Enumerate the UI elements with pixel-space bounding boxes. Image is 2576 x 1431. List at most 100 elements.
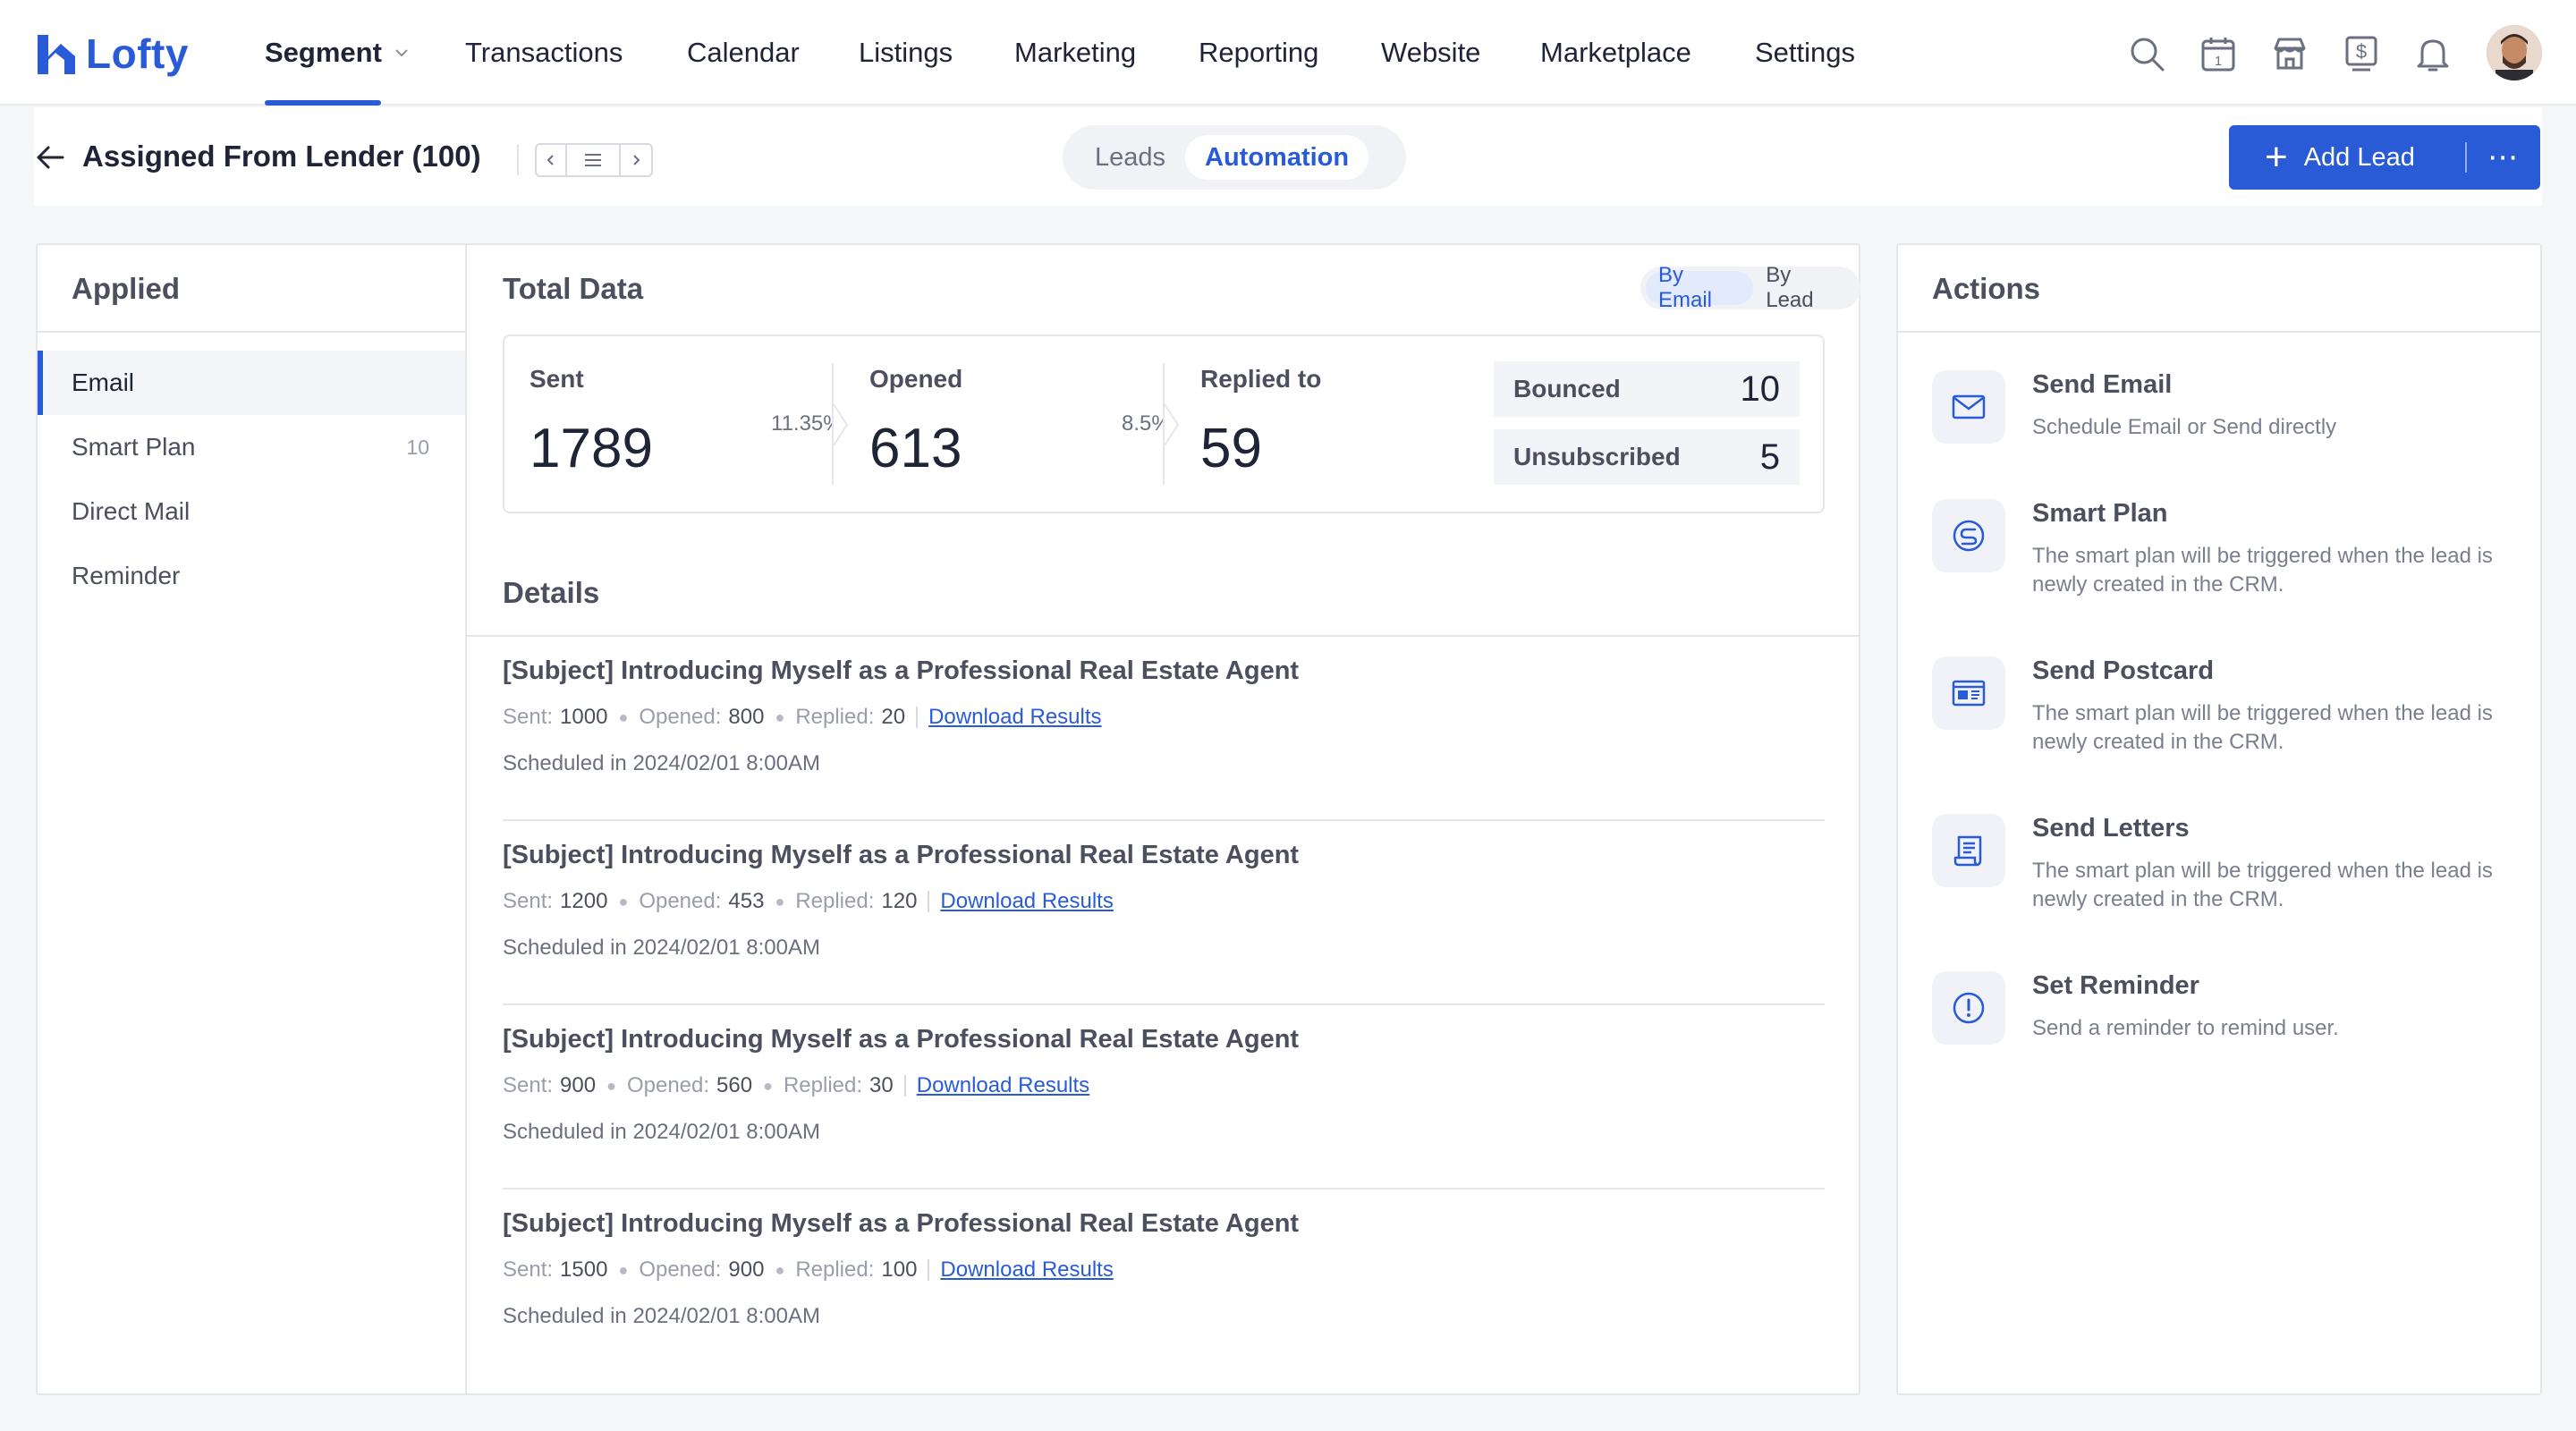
- download-results-link[interactable]: Download Results: [917, 1073, 1089, 1098]
- nav-reporting[interactable]: Reporting: [1199, 0, 1318, 106]
- sent-count: 900: [560, 1073, 597, 1097]
- applied-item-direct-mail[interactable]: Direct Mail: [38, 479, 465, 544]
- download-results-link[interactable]: Download Results: [940, 1257, 1113, 1283]
- plus-icon: +: [2265, 135, 2288, 179]
- schedule-text: Scheduled in 2024/02/01 8:00AM: [503, 751, 820, 775]
- replied-count: 20: [881, 705, 906, 729]
- schedule-text: Scheduled in 2024/02/01 8:00AM: [503, 1304, 820, 1328]
- add-lead-button[interactable]: + Add Lead: [2229, 125, 2465, 190]
- tab-leads[interactable]: Leads: [1075, 135, 1185, 180]
- action-description: Send a reminder to remind user.: [2032, 1016, 2339, 1040]
- details-title: Details: [503, 576, 600, 609]
- calendar-day: 1: [2215, 54, 2222, 69]
- more-options-button[interactable]: ⋯: [2467, 140, 2540, 175]
- by-email-option[interactable]: By Email: [1646, 263, 1754, 312]
- download-results-link[interactable]: Download Results: [928, 705, 1101, 730]
- action-icon-box: [1932, 656, 2005, 730]
- nav-marketplace[interactable]: Marketplace: [1540, 0, 1691, 106]
- nav-segment[interactable]: Segment: [265, 0, 411, 106]
- nav-settings[interactable]: Settings: [1755, 0, 1855, 106]
- action-description: Schedule Email or Send directly: [2032, 415, 2337, 439]
- action-title: Smart Plan: [2032, 499, 2168, 528]
- replied-label: Replied:: [783, 1073, 863, 1097]
- next-button[interactable]: [621, 145, 651, 175]
- opened-count: 800: [728, 705, 765, 729]
- action-icon-box: [1932, 499, 2005, 572]
- opened-label: Opened:: [626, 1073, 710, 1097]
- email-subject: [Subject] Introducing Myself as a Profes…: [503, 841, 1300, 869]
- sent-label: Sent:: [503, 1257, 554, 1282]
- separator-dot: ●: [775, 1260, 785, 1279]
- bounced-stat: Bounced 10: [1494, 361, 1800, 417]
- unsubscribed-value: 5: [1759, 436, 1780, 477]
- schedule-text: Scheduled in 2024/02/01 8:00AM: [503, 1120, 820, 1144]
- sent-label: Sent:: [503, 889, 554, 913]
- nav-marketing[interactable]: Marketing: [1014, 0, 1136, 106]
- chevron-right-icon: [1164, 403, 1180, 446]
- reminder-icon: [1953, 992, 1985, 1024]
- list-button[interactable]: [567, 145, 621, 175]
- separator-dot: ●: [618, 1260, 629, 1279]
- applied-item-smart-plan[interactable]: Smart Plan 10: [38, 415, 465, 479]
- dollar-icon[interactable]: $: [2342, 34, 2381, 73]
- applied-item-reminder[interactable]: Reminder: [38, 544, 465, 608]
- store-icon[interactable]: [2270, 34, 2309, 73]
- action-title: Send Letters: [2032, 814, 2190, 843]
- replied-count: 100: [881, 1257, 918, 1282]
- chevron-right-icon: [633, 155, 640, 165]
- action-description: The smart plan will be triggered when th…: [2032, 859, 2493, 911]
- sent-count: 1200: [560, 889, 608, 913]
- applied-item-email[interactable]: Email: [38, 351, 465, 415]
- logo[interactable]: Lofty: [34, 27, 189, 80]
- data-mode-toggle: By Email By Lead: [1640, 263, 1860, 312]
- add-lead-label: Add Lead: [2303, 142, 2415, 172]
- applied-item-count: 10: [406, 435, 429, 459]
- avatar[interactable]: [2487, 25, 2542, 80]
- avatar-image: [2487, 25, 2542, 80]
- calendar-icon[interactable]: 1: [2199, 34, 2238, 73]
- opened-value: 613: [869, 418, 962, 479]
- nav-transactions[interactable]: Transactions: [465, 0, 623, 106]
- download-results-link[interactable]: Download Results: [940, 889, 1113, 914]
- stats-summary: Sent 1789 11.35% Opened 613 8.5% Replied…: [503, 334, 1825, 513]
- opened-label: Opened:: [639, 1257, 722, 1282]
- list-item: [Subject] Introducing Myself as a Profes…: [503, 1190, 1825, 1374]
- list-item: [Subject] Introducing Myself as a Profes…: [503, 1005, 1825, 1190]
- view-toggle: Leads Automation: [1063, 125, 1406, 190]
- previous-button[interactable]: [537, 145, 567, 175]
- bounced-value: 10: [1740, 368, 1781, 409]
- separator-dot: ●: [618, 892, 629, 910]
- nav-segment-label: Segment: [265, 37, 382, 68]
- total-data-title: Total Data: [503, 272, 644, 305]
- sent-value: 1789: [530, 418, 653, 479]
- chevron-right-icon: [833, 403, 849, 446]
- replied-label: Replied:: [795, 1257, 875, 1282]
- pager: [535, 143, 653, 177]
- opened-label: Opened:: [639, 889, 722, 913]
- sent-label: Sent: [530, 365, 584, 393]
- action-title: Send Email: [2032, 370, 2173, 399]
- tab-automation[interactable]: Automation: [1185, 135, 1369, 180]
- actions-title: Actions: [1932, 272, 2041, 305]
- email-stats: Sent: 1200 ● Opened: 453 ● Replied: 120 Dow…: [503, 889, 1114, 914]
- nav-listings[interactable]: Listings: [859, 0, 953, 106]
- action-icon-box: [1932, 370, 2005, 444]
- email-stats: Sent: 1500 ● Opened: 900 ● Replied: 100 Dow…: [503, 1257, 1114, 1283]
- action-description: The smart plan will be triggered when th…: [2032, 544, 2493, 597]
- replied-count: 120: [881, 889, 918, 913]
- action-icon-box: [1932, 814, 2005, 887]
- nav-calendar[interactable]: Calendar: [687, 0, 800, 106]
- nav-website[interactable]: Website: [1381, 0, 1480, 106]
- email-stats: Sent: 900 ● Opened: 560 ● Replied: 30 Downl…: [503, 1073, 1089, 1098]
- opened-count: 900: [728, 1257, 765, 1282]
- divider: [517, 145, 519, 175]
- separator-dot: ●: [618, 707, 629, 726]
- bell-icon[interactable]: [2413, 34, 2453, 73]
- by-lead-option[interactable]: By Lead: [1753, 263, 1855, 312]
- page-header: Assigned From Lender (100) Leads Automat…: [34, 107, 2542, 206]
- back-arrow-icon[interactable]: [34, 141, 66, 174]
- automation-panel: Applied Email Smart Plan 10 Direct Mail …: [36, 243, 1860, 1395]
- applied-panel: Applied Email Smart Plan 10 Direct Mail …: [38, 245, 467, 1393]
- sent-count: 1000: [560, 705, 608, 729]
- search-icon[interactable]: [2127, 34, 2166, 73]
